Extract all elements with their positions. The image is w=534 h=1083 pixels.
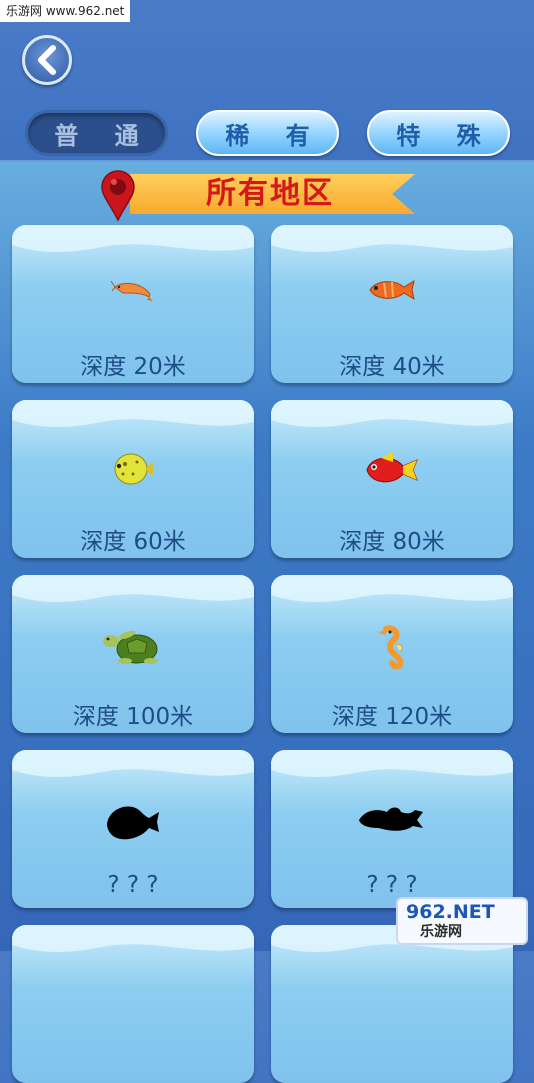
depth-card-100[interactable]: 深度 100米	[12, 575, 254, 733]
pufferfish-icon	[114, 453, 153, 485]
locked-fish-silhouette-icon	[107, 806, 159, 840]
depth-label: ? ? ?	[107, 872, 159, 898]
back-button[interactable]	[22, 35, 72, 85]
tab-rare[interactable]: 稀 有	[196, 110, 339, 156]
sea-turtle-icon	[103, 630, 158, 664]
wave-decoration	[12, 400, 254, 427]
orange-fish-icon	[369, 279, 415, 301]
depth-card-60[interactable]: 深度 60米	[12, 400, 254, 558]
wave-decoration	[12, 750, 254, 777]
locked-fish-silhouette-icon	[359, 807, 423, 831]
depth-label: 深度 20米	[80, 354, 186, 380]
depth-label: 深度 120米	[331, 704, 453, 730]
depth-card-120[interactable]: 深度 120米	[271, 575, 513, 733]
depth-card-20[interactable]: 深度 20米	[12, 225, 254, 383]
location-pin-icon	[101, 170, 135, 222]
depth-card-80[interactable]: 深度 80米	[271, 400, 513, 558]
tab-special[interactable]: 特 殊	[367, 110, 510, 156]
wave-decoration	[12, 225, 254, 252]
depth-label: ? ? ?	[366, 872, 418, 898]
wave-decoration	[271, 225, 513, 252]
banner-title: 所有地区	[206, 176, 334, 211]
wave-decoration	[12, 575, 254, 602]
wave-decoration	[12, 925, 254, 952]
wave-decoration	[271, 400, 513, 427]
site-logo: 962.NET 乐游网	[396, 897, 528, 945]
depth-label: 深度 80米	[339, 529, 445, 555]
site-logo-sub: 乐游网	[420, 924, 462, 940]
wave-decoration	[271, 750, 513, 777]
red-fish-icon	[366, 452, 418, 483]
locked-card[interactable]: ? ? ?	[12, 750, 254, 908]
site-logo-brand: 962.NET	[406, 901, 495, 923]
depth-label: 深度 40米	[339, 354, 445, 380]
wave-decoration	[271, 575, 513, 602]
seahorse-icon	[378, 625, 404, 670]
shrimp-icon	[111, 280, 153, 301]
locked-card[interactable]: ? ? ?	[271, 750, 513, 908]
tab-common[interactable]: 普 通	[25, 110, 168, 156]
category-tabs: 普 通 稀 有 特 殊	[0, 110, 534, 160]
chevron-left-icon	[38, 45, 56, 75]
region-banner: 所有地区	[100, 170, 420, 222]
depth-label: 深度 60米	[80, 529, 186, 555]
depth-card-40[interactable]: 深度 40米	[271, 225, 513, 383]
watermark-text: 乐游网 www.962.net	[0, 0, 131, 22]
depth-label: 深度 100米	[72, 704, 194, 730]
